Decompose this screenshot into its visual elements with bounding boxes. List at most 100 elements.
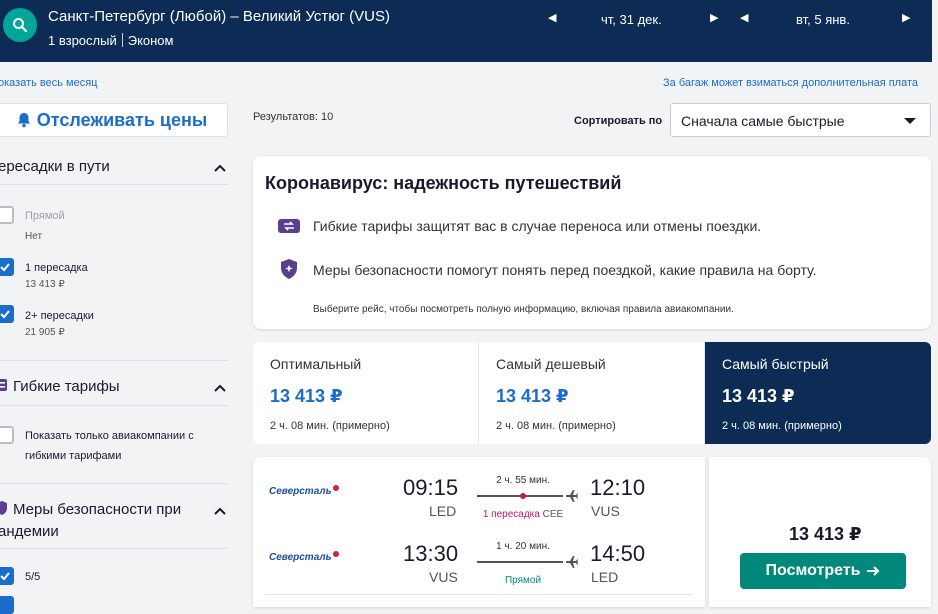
arrow-right-icon (867, 566, 880, 576)
search-icon (13, 18, 28, 33)
view-flight-button[interactable]: Посмотреть (740, 553, 906, 589)
stops-direct-label: Прямой (25, 210, 65, 222)
outbound-dep-code: LED (429, 503, 457, 519)
passengers-label: 1 взрослый (48, 33, 117, 48)
view-label: Посмотреть (765, 562, 861, 579)
search-header: Санкт-Петербург (Любой) – Великий Устюг … (0, 0, 932, 62)
cabin-label: Эконом (127, 33, 174, 48)
covid-line-safety: Меры безопасности помогут понять перед п… (313, 262, 817, 278)
flex-filter-title[interactable]: Гибкие тарифы (13, 378, 120, 395)
inbound-dep-time: 13:30 (403, 541, 459, 566)
safety-filter-title[interactable]: Меры безопасности при (13, 501, 181, 518)
safety-5-label: 5/5 (25, 571, 41, 583)
tab-cheapest[interactable]: Самый дешевый 13 413 ₽ 2 ч. 08 мин. (при… (479, 342, 705, 444)
divider (0, 184, 228, 185)
price-card: 13 413 ₽ Посмотреть (709, 457, 931, 607)
stops-two-plus-label: 2+ пересадки (25, 310, 94, 322)
chevron-up-icon[interactable] (214, 164, 226, 172)
prev-return-date-icon[interactable]: ◀ (740, 12, 748, 24)
flexible-ticket-icon (278, 219, 300, 233)
safety-filter-title-line2: андемии (0, 523, 59, 540)
safety-5-checkbox[interactable] (0, 567, 14, 585)
stops-one-label: 1 пересадка (25, 262, 88, 274)
sort-value: Сначала самые быстрые (681, 113, 845, 129)
tab-optimal[interactable]: Оптимальный 13 413 ₽ 2 ч. 08 мин. (приме… (253, 342, 479, 444)
inbound-stops: Прямой (504, 575, 542, 586)
covid-title: Коронавирус: надежность путешествий (265, 173, 622, 193)
show-whole-month-link[interactable]: оказать весь месяц (0, 77, 97, 89)
airline-name: Северсталь (269, 552, 332, 563)
chevron-up-icon[interactable] (214, 384, 226, 392)
airline-mark-icon (332, 551, 339, 557)
stops-two-plus-checkbox[interactable] (0, 305, 14, 323)
airline-logo: Северсталь (269, 485, 339, 497)
flex-tariff-icon (0, 379, 7, 391)
tab-price: 13 413 ₽ (496, 386, 569, 406)
track-prices-label: Отслеживать цены (36, 109, 208, 130)
next-return-date-icon[interactable]: ▶ (902, 12, 910, 24)
outbound-duration: 2 ч. 55 мин. (496, 475, 550, 486)
plane-icon (566, 490, 578, 502)
route-title[interactable]: Санкт-Петербург (Любой) – Великий Устюг … (48, 8, 390, 25)
divider (0, 548, 228, 549)
airline-name: Северсталь (269, 486, 332, 497)
stops-count: 1 пересадка (482, 509, 540, 520)
tab-title: Оптимальный (270, 356, 362, 372)
search-button[interactable] (3, 8, 37, 42)
stop-dot (520, 493, 526, 499)
baggage-fee-link[interactable]: За багаж может взиматься дополнительная … (663, 77, 918, 89)
route-line (477, 561, 563, 563)
chevron-up-icon[interactable] (214, 507, 226, 515)
tab-title: Самый дешевый (496, 356, 606, 372)
divider (0, 405, 228, 406)
stops-two-plus-price: 21 905 ₽ (25, 327, 65, 338)
tab-duration: 2 ч. 08 мин. (примерно) (270, 420, 390, 432)
outbound-stops: 1 пересадка CEE (473, 509, 573, 520)
next-depart-date-icon[interactable]: ▶ (710, 12, 718, 24)
tab-fastest[interactable]: Самый быстрый 13 413 ₽ 2 ч. 08 мин. (при… (705, 342, 931, 444)
inbound-arr-code: LED (591, 569, 619, 585)
stops-direct-checkbox[interactable] (0, 206, 14, 224)
return-date[interactable]: вт, 5 янв. (796, 12, 850, 27)
shield-icon (0, 501, 7, 515)
tab-price: 13 413 ₽ (270, 386, 343, 406)
sort-tabs: Оптимальный 13 413 ₽ 2 ч. 08 мин. (приме… (253, 342, 931, 444)
divider (0, 360, 228, 361)
covid-note: Выберите рейс, чтобы посмотреть полную и… (313, 304, 734, 315)
safety-next-checkbox[interactable] (0, 596, 14, 614)
results-count: Результатов: 10 (253, 111, 334, 123)
flight-result-card[interactable]: Северсталь 09:15 LED 2 ч. 55 мин. 1 пере… (253, 457, 705, 607)
shield-sparkle-icon (281, 259, 297, 279)
airline-mark-icon (332, 485, 339, 491)
bell-icon (17, 113, 30, 128)
flex-only-label-line2: гибкими тарифами (25, 450, 122, 462)
covid-info-card: Коронавирус: надежность путешествий Гибк… (253, 156, 931, 329)
stops-direct-price: Нет (25, 231, 43, 242)
airline-logo: Северсталь (269, 551, 339, 563)
plane-icon (566, 556, 578, 568)
sort-label: Сортировать по (574, 115, 663, 127)
flex-only-checkbox[interactable] (0, 426, 14, 444)
outbound-dep-time: 09:15 (403, 475, 459, 500)
divider (265, 594, 693, 595)
inbound-arr-time: 14:50 (590, 541, 646, 566)
stops-filter-title[interactable]: ересадки в пути (0, 158, 110, 175)
caret-down-icon (904, 118, 916, 124)
passenger-cabin-summary[interactable]: 1 взрослый Эконом (48, 33, 173, 48)
stops-one-price: 13 413 ₽ (25, 279, 65, 290)
divider (0, 483, 228, 484)
divider (121, 33, 123, 47)
inbound-duration: 1 ч. 20 мин. (496, 541, 550, 552)
outbound-arr-code: VUS (591, 503, 620, 519)
covid-line-flex: Гибкие тарифы защитят вас в случае перен… (313, 218, 762, 234)
prev-depart-date-icon[interactable]: ◀ (548, 12, 556, 24)
tab-price: 13 413 ₽ (722, 386, 795, 406)
outbound-arr-time: 12:10 (590, 475, 646, 500)
depart-date[interactable]: чт, 31 дек. (601, 12, 662, 27)
stop-airport: CEE (542, 509, 564, 520)
stops-one-checkbox[interactable] (0, 258, 14, 276)
sort-select[interactable]: Сначала самые быстрые (670, 103, 931, 137)
inbound-dep-code: VUS (429, 569, 458, 585)
tab-title: Самый быстрый (722, 356, 829, 372)
track-prices-button[interactable]: Отслеживать цены (0, 103, 228, 137)
